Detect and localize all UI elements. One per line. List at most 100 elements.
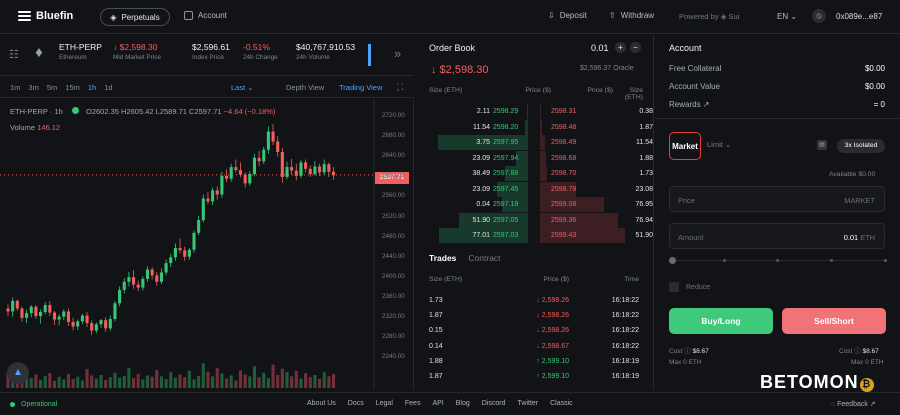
candle-body[interactable]	[48, 305, 52, 313]
candle-body[interactable]	[34, 306, 38, 317]
order-book-row[interactable]: 2.11 2598.29 2598.31 0.38	[415, 104, 653, 119]
bid-price[interactable]: 2597.19	[493, 201, 551, 208]
order-book-row[interactable]: 77.01 2597.03 2599.43 51.90	[415, 228, 653, 243]
candle-body[interactable]	[220, 175, 224, 195]
candle-body[interactable]	[29, 306, 33, 314]
order-book-row[interactable]: 38.49 2597.88 2598.70 1.73	[415, 166, 653, 181]
candle-body[interactable]	[211, 190, 215, 202]
trash-icon[interactable]: ▤	[817, 140, 827, 150]
candle-body[interactable]	[266, 131, 270, 150]
tab-account[interactable]: Account	[184, 11, 227, 20]
candle-body[interactable]	[178, 247, 182, 251]
order-book-row[interactable]: 11.54 2598.20 2598.48 1.87	[415, 119, 653, 135]
candle-body[interactable]	[299, 162, 303, 176]
language-selector[interactable]: EN ⌄	[777, 12, 797, 21]
candle-body[interactable]	[197, 220, 201, 233]
candle-body[interactable]	[225, 175, 229, 179]
tab-trades[interactable]: Trades	[429, 253, 456, 263]
candle-body[interactable]	[280, 151, 284, 177]
candle-body[interactable]	[243, 174, 247, 184]
footer-link-blog[interactable]: Blog	[456, 400, 470, 407]
price-chart[interactable]: ETH-PERP · 1h O2602.35 H2605.42 L2589.71…	[0, 99, 414, 390]
ask-price[interactable]: 2598.78	[551, 186, 613, 193]
candle-body[interactable]	[118, 289, 122, 304]
brand-logo[interactable]: Bluefin	[18, 10, 73, 22]
candle-body[interactable]	[71, 321, 75, 327]
candle-body[interactable]	[52, 312, 57, 320]
bid-price[interactable]: 2597.05	[493, 217, 551, 224]
candle-body[interactable]	[192, 232, 196, 250]
candle-body[interactable]	[113, 303, 117, 319]
symbol-info[interactable]: ETH-PERP Ethereum	[59, 42, 102, 61]
order-book-row[interactable]: 23.09 2597.94 2598.68 1.88	[415, 150, 653, 166]
candle-body[interactable]	[187, 249, 191, 257]
wallet-status-icon[interactable]: ⦸	[812, 9, 826, 23]
amount-field-value[interactable]: 0.01 ETH	[844, 233, 875, 242]
candle-body[interactable]	[57, 316, 61, 320]
candle-body[interactable]	[229, 167, 233, 179]
market-order-tab[interactable]: Market	[669, 132, 701, 160]
footer-link-classic[interactable]: Classic	[550, 400, 573, 407]
ask-price[interactable]: 2599.08	[551, 201, 613, 208]
candle-body[interactable]	[145, 269, 150, 279]
deposit-button[interactable]: ⇩ Deposit	[548, 11, 587, 20]
candle-body[interactable]	[234, 167, 238, 171]
timeframe-3m[interactable]: 3m	[28, 83, 38, 92]
candle-body[interactable]	[322, 164, 326, 173]
tab-contract[interactable]: Contract	[468, 253, 500, 263]
candle-body[interactable]	[62, 311, 66, 317]
candle-body[interactable]	[11, 300, 15, 312]
bid-price[interactable]: 2598.20	[493, 124, 551, 131]
withdraw-button[interactable]: ⇧ Withdraw	[609, 11, 654, 20]
candle-body[interactable]	[308, 168, 312, 175]
candle-body[interactable]	[6, 308, 10, 312]
leverage-button[interactable]: 3x Isolated	[837, 139, 885, 153]
depth-view-toggle[interactable]: Depth View	[286, 83, 324, 92]
candle-body[interactable]	[201, 198, 205, 221]
candle-body[interactable]	[285, 167, 289, 177]
footer-link-fees[interactable]: Fees	[405, 400, 421, 407]
ask-price[interactable]: 2598.68	[551, 155, 613, 162]
amount-field[interactable]: Amount 0.01 ETH	[669, 223, 885, 249]
candle-body[interactable]	[327, 164, 331, 172]
candle-body[interactable]	[155, 275, 159, 282]
candle-body[interactable]	[80, 315, 84, 322]
rewards-row[interactable]: Rewards ↗ = 0	[669, 100, 885, 109]
timeframe-1h[interactable]: 1h	[88, 83, 96, 92]
candle-body[interactable]	[85, 315, 89, 324]
price-field[interactable]: Price MARKET	[669, 186, 885, 212]
candle-body[interactable]	[173, 247, 177, 258]
candle-body[interactable]	[43, 305, 47, 313]
footer-link-api[interactable]: API	[432, 400, 443, 407]
wallet-address[interactable]: 0x089e...e87	[836, 12, 882, 21]
candle-body[interactable]	[66, 311, 70, 322]
timeframe-1d[interactable]: 1d	[104, 83, 112, 92]
bid-price[interactable]: 2598.29	[493, 108, 551, 115]
ask-price[interactable]: 2599.36	[551, 217, 613, 224]
candlestick-chart[interactable]	[0, 99, 414, 390]
order-book-row[interactable]: 3.75 2597.95 2598.49 11.54	[415, 135, 653, 150]
tradingview-icon[interactable]: ▲	[7, 362, 29, 384]
candle-body[interactable]	[164, 263, 168, 273]
timeframe-1m[interactable]: 1m	[10, 83, 20, 92]
candle-body[interactable]	[99, 320, 103, 325]
expand-icon[interactable]: ⛶	[397, 82, 403, 93]
reduce-only-option[interactable]: Reduce	[669, 282, 710, 292]
candle-body[interactable]	[76, 321, 80, 327]
candle-body[interactable]	[90, 323, 94, 331]
order-book-row[interactable]: 23.09 2597.45 2598.78 23.08	[415, 181, 653, 197]
candle-body[interactable]	[122, 281, 126, 290]
bid-price[interactable]: 2597.88	[493, 170, 551, 177]
order-book-row[interactable]: 0.04 2597.19 2599.08 76.95	[415, 197, 653, 212]
bid-price[interactable]: 2597.94	[493, 155, 551, 162]
candle-body[interactable]	[136, 284, 140, 288]
increase-step-button[interactable]: +	[615, 42, 626, 53]
candle-body[interactable]	[169, 257, 173, 264]
candle-body[interactable]	[141, 278, 145, 288]
candle-body[interactable]	[150, 269, 154, 276]
timeframe-5m[interactable]: 5m	[47, 83, 57, 92]
timeframe-15m[interactable]: 15m	[65, 83, 80, 92]
order-book-row[interactable]: 51.90 2597.05 2599.36 76.94	[415, 212, 653, 228]
menu-icon[interactable]: ☷	[9, 48, 19, 61]
candle-body[interactable]	[159, 272, 163, 282]
